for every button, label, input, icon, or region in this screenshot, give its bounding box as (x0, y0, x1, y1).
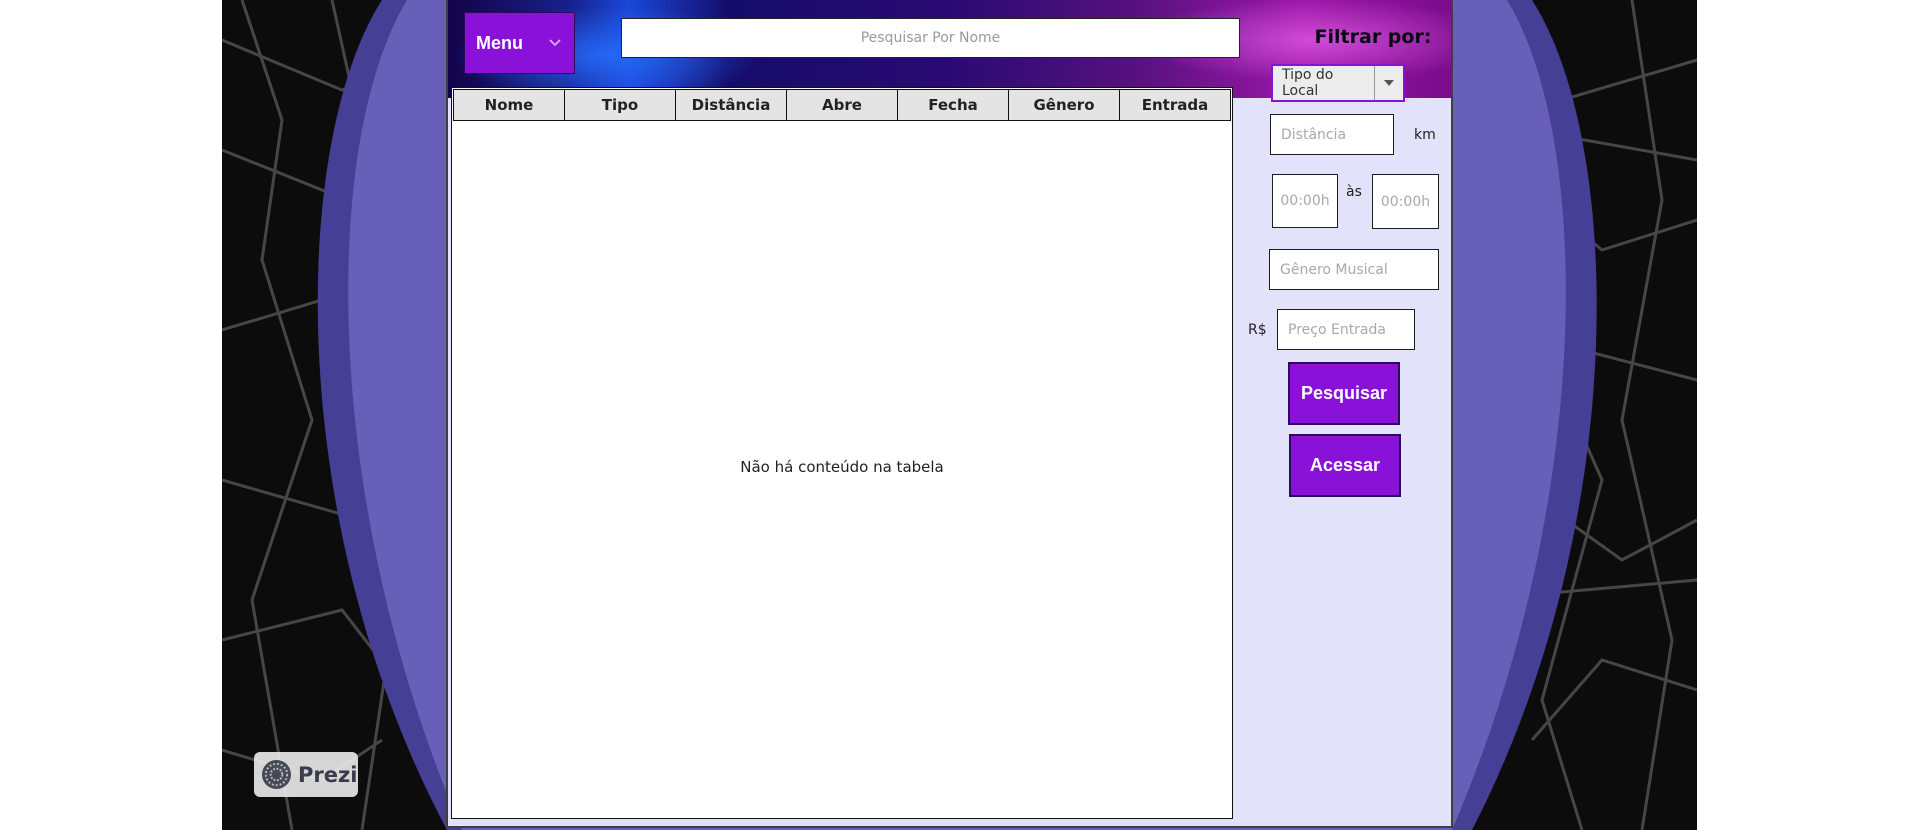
access-button[interactable]: Acessar (1289, 434, 1401, 497)
place-type-select[interactable]: Tipo do Local (1271, 64, 1405, 102)
column-header-nome[interactable]: Nome (453, 89, 565, 121)
music-genre-input[interactable] (1269, 249, 1439, 290)
place-type-select-value: Tipo do Local (1273, 66, 1375, 100)
prezi-badge[interactable]: Prezi (254, 752, 358, 797)
distance-input[interactable] (1270, 114, 1394, 155)
prezi-wordmark: Prezi (298, 762, 358, 787)
app-window: Menu Filtrar por: Tipo do Local Nome Tip… (446, 0, 1453, 828)
column-header-tipo[interactable]: Tipo (564, 89, 676, 121)
column-header-fecha[interactable]: Fecha (897, 89, 1009, 121)
empty-table-message: Não há conteúdo na tabela (740, 458, 944, 476)
time-range-separator: às (1346, 184, 1362, 200)
prezi-logo-icon (261, 759, 292, 790)
column-header-genero[interactable]: Gênero (1008, 89, 1120, 121)
dropdown-arrow-icon (1375, 66, 1403, 100)
entry-price-input[interactable] (1277, 309, 1415, 350)
search-button[interactable]: Pesquisar (1288, 362, 1400, 425)
menu-button-label: Menu (476, 32, 523, 53)
open-time-input[interactable] (1272, 174, 1338, 228)
column-header-entrada[interactable]: Entrada (1119, 89, 1231, 121)
distance-unit-label: km (1414, 127, 1436, 143)
table-header-row: Nome Tipo Distância Abre Fecha Gênero En… (453, 89, 1231, 121)
search-by-name-input[interactable] (621, 18, 1240, 58)
close-time-input[interactable] (1372, 174, 1439, 229)
currency-label: R$ (1248, 322, 1267, 338)
chevron-down-icon (549, 39, 561, 47)
column-header-distancia[interactable]: Distância (675, 89, 787, 121)
column-header-abre[interactable]: Abre (786, 89, 898, 121)
menu-button[interactable]: Menu (464, 12, 575, 74)
filter-by-label: Filtrar por: (1314, 26, 1432, 48)
results-table: Nome Tipo Distância Abre Fecha Gênero En… (451, 87, 1233, 819)
